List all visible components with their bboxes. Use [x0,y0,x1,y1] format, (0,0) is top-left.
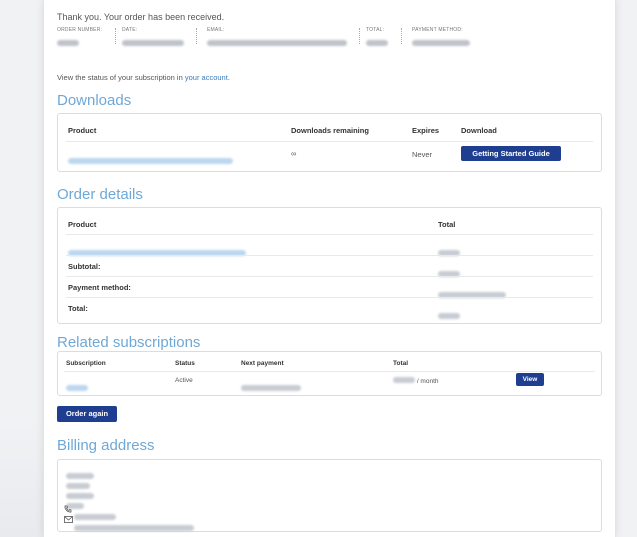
subtotal-label: Subtotal: [68,262,101,271]
subscription-number-link[interactable] [66,378,88,396]
overview-date: DATE: [122,27,184,51]
your-account-link[interactable]: your account [185,73,228,82]
related-header-total: Total [393,360,409,367]
subscription-next-payment [241,378,301,396]
order-again-button[interactable]: Order again [57,406,117,422]
thank-you-message: Thank you. Your order has been received. [57,12,225,22]
order-header-total: Total [438,220,456,229]
envelope-icon [64,516,73,525]
view-subscription-button[interactable]: View [516,373,544,386]
email-value [207,40,347,46]
related-header-subscription: Subscription [66,360,106,367]
date-value [122,40,184,46]
downloads-header-product: Product [68,126,97,135]
downloads-header-download: Download [461,126,497,135]
billing-address-box [57,459,602,532]
overview-email: EMAIL: [207,27,347,51]
downloads-expires-value: Never [412,150,433,159]
downloads-heading: Downloads [57,92,132,109]
related-header-next-payment: Next payment [241,360,284,367]
order-details-table: Product Total Subtotal: Payment method: … [57,207,602,324]
billing-address-heading: Billing address [57,437,155,454]
order-product-link[interactable] [68,243,246,261]
order-total-value [438,306,460,324]
payment-method-detail [438,285,506,303]
related-subscriptions-heading: Related subscriptions [57,334,201,351]
overview-payment-method: PAYMENT METHOD: [412,27,470,51]
downloads-header-expires: Expires [412,126,440,135]
subscription-status-note: View the status of your subscription in … [57,73,230,82]
download-product-link[interactable] [68,151,233,169]
downloads-header-remaining: Downloads remaining [291,126,369,135]
total-value [366,40,388,46]
billing-email [74,518,194,536]
payment-method-label: Payment method: [68,283,131,292]
subscription-total: / month [393,377,439,385]
order-number-value [57,40,79,46]
downloads-remaining-value: ∞ [291,149,297,158]
order-line-total [438,243,460,261]
order-received-page: Thank you. Your order has been received.… [43,0,616,537]
order-header-product: Product [68,220,97,229]
related-header-status: Status [175,360,195,367]
total-label: Total: [68,304,88,313]
overview-order-number: ORDER NUMBER: [57,27,102,51]
overview-total: TOTAL: [366,27,388,51]
related-subscriptions-table: Subscription Status Next payment Total A… [57,351,602,396]
order-details-heading: Order details [57,186,143,203]
payment-method-value [412,40,470,46]
downloads-table: Product Downloads remaining Expires Down… [57,113,602,172]
phone-icon [64,505,72,515]
page-backdrop [0,420,43,537]
subtotal-value [438,264,460,282]
getting-started-guide-button[interactable]: Getting Started Guide [461,146,561,161]
subscription-status: Active [175,377,193,384]
